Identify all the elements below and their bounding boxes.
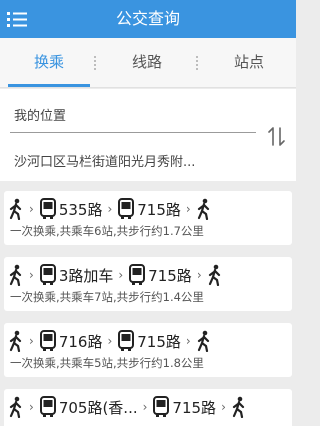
tab-stations[interactable]: 站点 (206, 38, 292, 88)
tab-lines[interactable]: 线路 (104, 38, 190, 88)
field-divider (10, 132, 256, 133)
bus-icon (129, 264, 146, 285)
bus-icon (39, 264, 56, 285)
chevron-right-icon: › (29, 334, 34, 348)
walk-icon (9, 264, 22, 286)
bus-icon (39, 396, 56, 417)
walk-icon (208, 264, 220, 286)
walk-icon (232, 396, 244, 418)
route-search-panel: 我的位置 沙河口区马栏街道阳光月秀附... (0, 89, 296, 181)
chevron-right-icon: › (107, 202, 113, 216)
route-card[interactable]: › 716路 › 715路 › 一次换乘,共乘车5站,共步行约1.8公里 (4, 323, 292, 377)
route-steps: › 705路(香... › 715路 › (8, 395, 247, 419)
tab-divider (196, 56, 198, 70)
walk-icon (9, 396, 22, 418)
bus-line-label: 705路(香... (58, 398, 138, 417)
route-card[interactable]: › 705路(香... › 715路 › (4, 389, 292, 426)
chevron-right-icon: › (185, 334, 191, 348)
chevron-right-icon: › (29, 202, 34, 216)
chevron-right-icon: › (185, 202, 191, 216)
tab-transfer[interactable]: 换乘 (8, 38, 90, 88)
bus-icon (118, 198, 135, 219)
bus-icon (39, 198, 56, 219)
bus-line-label: 715路 (137, 332, 181, 351)
bus-icon (118, 330, 135, 351)
chevron-right-icon: › (118, 268, 124, 282)
bus-line-label: 715路 (172, 398, 217, 417)
tab-bar: 换乘 线路 站点 (0, 38, 296, 88)
route-card[interactable]: › 3路加车 › 715路 › 一次换乘,共乘车7站,共步行约1.4公里 (4, 257, 292, 311)
route-card[interactable]: › 535路 › 715路 › 一次换乘,共乘车6站,共步行约1.7公里 (4, 191, 292, 245)
chevron-right-icon: › (29, 400, 34, 414)
route-steps: › 535路 › 715路 › (8, 197, 212, 221)
bus-line-label: 715路 (137, 200, 181, 219)
route-steps: › 716路 › 715路 › (8, 329, 212, 353)
chevron-right-icon: › (107, 334, 113, 348)
bus-line-label: 3路加车 (58, 266, 114, 285)
walk-icon (9, 330, 22, 352)
walk-icon (197, 330, 209, 352)
page-title: 公交查询 (115, 9, 180, 28)
bus-icon (153, 396, 170, 417)
bus-line-label: 535路 (58, 200, 103, 219)
chevron-right-icon: › (196, 268, 202, 282)
bus-line-label: 716路 (58, 332, 103, 351)
app-header: 公交查询 (0, 0, 296, 38)
active-tab-indicator (8, 84, 90, 87)
route-steps: › 3路加车 › 715路 › (8, 263, 223, 287)
bus-line-label: 715路 (148, 266, 192, 285)
chevron-right-icon: › (221, 400, 226, 414)
origin-field[interactable]: 我的位置 (14, 105, 66, 124)
walk-icon (9, 198, 22, 220)
route-summary: 一次换乘,共乘车6站,共步行约1.7公里 (10, 224, 204, 238)
tab-divider (94, 56, 96, 70)
route-summary: 一次换乘,共乘车5站,共步行约1.8公里 (10, 356, 204, 370)
destination-field[interactable]: 沙河口区马栏街道阳光月秀附... (14, 151, 195, 170)
walk-icon (197, 198, 209, 220)
swap-icon[interactable] (266, 125, 288, 149)
bus-icon (39, 330, 56, 351)
chevron-right-icon: › (142, 400, 148, 414)
chevron-right-icon: › (29, 268, 34, 282)
route-summary: 一次换乘,共乘车7站,共步行约1.4公里 (10, 290, 204, 304)
